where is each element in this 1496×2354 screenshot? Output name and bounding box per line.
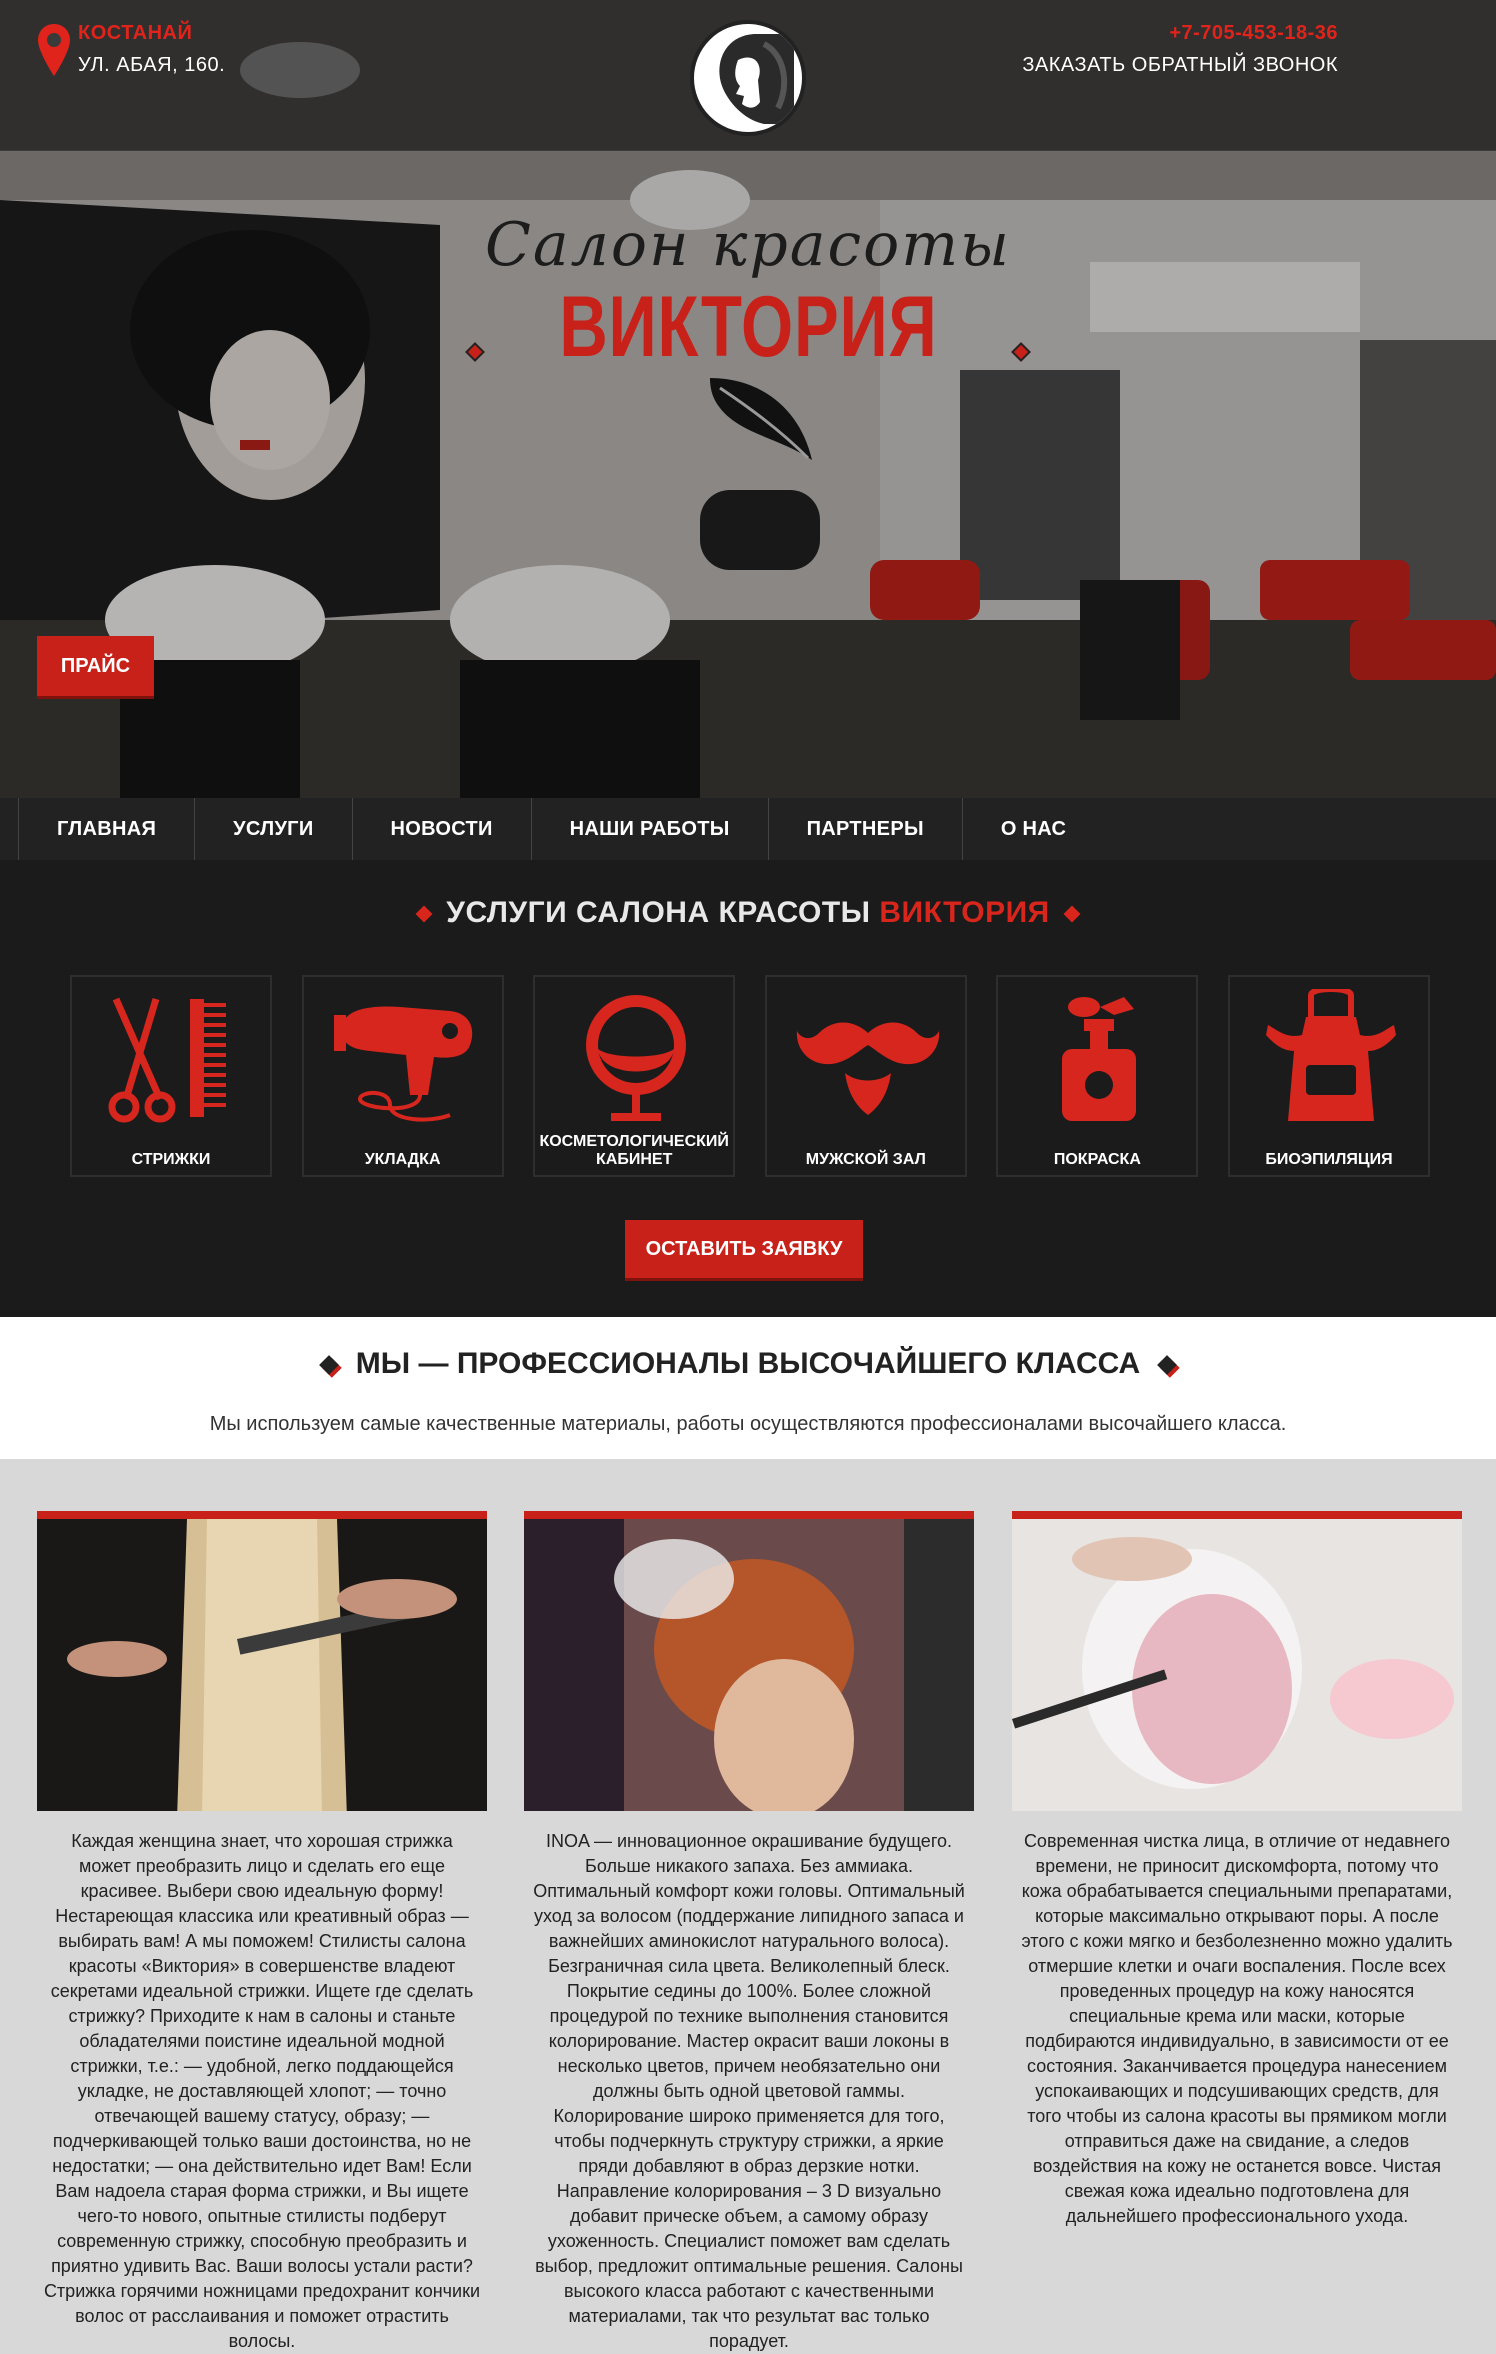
services-title-brand: ВИКТОРИЯ (879, 896, 1050, 929)
nav-item-partners[interactable]: ПАРТНЕРЫ (767, 798, 962, 860)
services-section: УСЛУГИ САЛОНА КРАСОТЫ ВИКТОРИЯ СТРИЖКИ У… (0, 860, 1496, 1317)
egg-chair-icon (586, 995, 687, 1121)
article-text: Каждая женщина знает, что хорошая стрижк… (43, 1831, 481, 2351)
facial-photo (1012, 1511, 1462, 1811)
map-pin-icon (38, 24, 70, 76)
woman-profile-logo-icon (719, 34, 794, 124)
service-card-styling[interactable]: УКЛАДКА (301, 975, 504, 1177)
diamond-icon (464, 341, 485, 362)
article-text: Современная чистка лица, в отличие от не… (1021, 1831, 1453, 2226)
nav-item-home[interactable]: ГЛАВНАЯ (18, 798, 194, 860)
articles-section: Каждая женщина знает, что хорошая стрижк… (0, 1459, 1496, 2351)
service-card-label: БИОЭПИЛЯЦИЯ (1265, 1151, 1393, 1168)
hero-section: КОСТАНАЙ УЛ. АБАЯ, 160. +7-705-453-18-36… (0, 0, 1496, 798)
article-haircut: Каждая женщина знает, что хорошая стрижк… (37, 1511, 487, 2354)
professionals-title-text: МЫ — ПРОФЕССИОНАЛЫ ВЫСОЧАЙШЕГО КЛАССА (355, 1347, 1141, 1380)
professionals-subtitle: Мы используем самые качественные материа… (209, 1413, 1287, 1435)
leave-request-button[interactable]: ОСТАВИТЬ ЗАЯВКУ (625, 1220, 863, 1278)
service-card-coloring[interactable]: ПОКРАСКА (996, 975, 1199, 1177)
apron-icon (1265, 989, 1396, 1121)
coloring-photo (524, 1511, 974, 1811)
phone-link[interactable]: +7-705-453-18-36 (1169, 22, 1338, 45)
service-card-mens[interactable]: МУЖСКОЙ ЗАЛ (764, 975, 967, 1177)
price-button[interactable]: ПРАЙС (37, 636, 154, 696)
diamond-icon (318, 1355, 339, 1375)
address-label: УЛ. АБАЯ, 160. (78, 54, 226, 76)
hero-brand: ВИКТОРИЯ (0, 278, 1496, 377)
nav-item-news[interactable]: НОВОСТИ (351, 798, 531, 860)
services-title-main: УСЛУГИ САЛОНА КРАСОТЫ (446, 896, 871, 929)
diamond-icon (1063, 905, 1081, 923)
leaf-icon (710, 378, 812, 460)
service-card-label: УКЛАДКА (364, 1151, 441, 1168)
service-card-haircuts[interactable]: СТРИЖКИ (70, 975, 272, 1177)
service-card-label: ПОКРАСКА (1053, 1151, 1141, 1168)
article-facial: Современная чистка лица, в отличие от не… (1012, 1511, 1462, 2229)
mustache-icon (796, 1022, 939, 1115)
service-card-label: МУЖСКОЙ ЗАЛ (805, 1151, 926, 1168)
city-label: КОСТАНАЙ (78, 22, 193, 44)
main-nav: ГЛАВНАЯ УСЛУГИ НОВОСТИ НАШИ РАБОТЫ ПАРТН… (0, 798, 1496, 860)
callback-link[interactable]: ЗАКАЗАТЬ ОБРАТНЫЙ ЗВОНОК (1022, 54, 1338, 77)
scissors-comb-icon (108, 997, 226, 1123)
brand-name: ВИКТОРИЯ (558, 279, 938, 375)
spray-bottle-icon (1062, 997, 1137, 1121)
diamond-icon (415, 905, 433, 923)
professionals-section: МЫ — ПРОФЕССИОНАЛЫ ВЫСОЧАЙШЕГО КЛАССА Мы… (0, 1317, 1496, 1459)
professionals-title: МЫ — ПРОФЕССИОНАЛЫ ВЫСОЧАЙШЕГО КЛАССА (0, 1347, 1496, 1381)
logo[interactable] (690, 20, 806, 136)
article-coloring: INOA — инновационное окрашивание будущег… (524, 1511, 974, 2354)
service-card-label: СТРИЖКИ (131, 1151, 211, 1168)
service-card-cosmetology[interactable]: КОСМЕТОЛОГИЧЕСКИЙ КАБИНЕТ (533, 975, 736, 1177)
article-text: INOA — инновационное окрашивание будущег… (533, 1831, 965, 2351)
service-card-epilation[interactable]: БИОЭПИЛЯЦИЯ (1227, 975, 1430, 1177)
nav-item-works[interactable]: НАШИ РАБОТЫ (530, 798, 768, 860)
service-cards: СТРИЖКИ УКЛАДКА КОСМЕТОЛОГИЧЕСКИЙ КАБИНЕ… (70, 975, 1430, 1177)
nav-item-services[interactable]: УСЛУГИ (194, 798, 351, 860)
services-title: УСЛУГИ САЛОНА КРАСОТЫ ВИКТОРИЯ (0, 896, 1496, 930)
service-card-label: КОСМЕТОЛОГИЧЕСКИЙ КАБИНЕТ (539, 1133, 729, 1168)
nav-item-about[interactable]: О НАС (961, 798, 1104, 860)
hero-script-title: Салон красоты (484, 210, 1012, 280)
hair-dryer-icon (333, 1006, 472, 1122)
diamond-icon (1157, 1355, 1178, 1375)
diamond-icon (1011, 341, 1032, 362)
haircut-photo (37, 1511, 487, 1811)
